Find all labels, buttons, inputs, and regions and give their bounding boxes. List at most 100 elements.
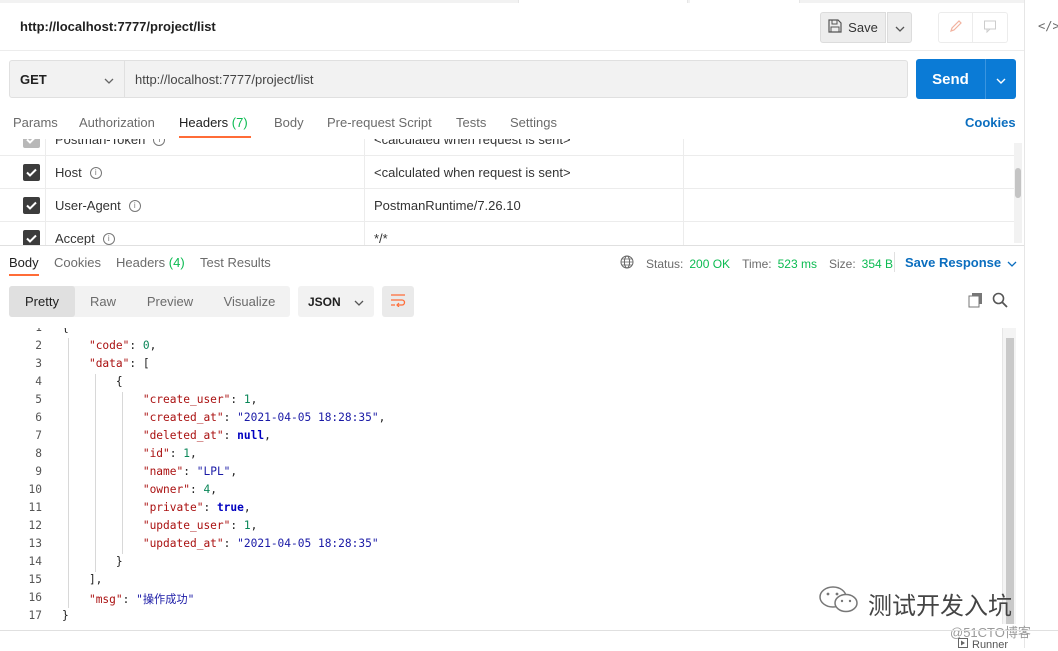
code-line: }: [62, 555, 123, 568]
wrap-lines-button[interactable]: [382, 286, 414, 317]
json-value: null: [237, 429, 265, 442]
line-number: 17: [28, 609, 42, 622]
tab-headers[interactable]: Headers (7): [179, 115, 248, 130]
info-icon[interactable]: i: [102, 232, 115, 245]
time-label: Time:: [742, 256, 772, 271]
globe-icon[interactable]: [620, 255, 634, 272]
save-response-button[interactable]: Save Response: [905, 255, 1017, 270]
info-icon[interactable]: i: [89, 166, 102, 179]
json-value: "LPL": [196, 465, 231, 478]
view-preview-button[interactable]: Preview: [131, 286, 209, 317]
json-key: "created_at": [142, 411, 224, 424]
line-number: 6: [35, 411, 42, 424]
table-row: Host i <calculated when request is sent>: [0, 156, 1014, 189]
response-tab-cookies[interactable]: Cookies: [54, 255, 101, 270]
json-key: "msg": [88, 593, 123, 606]
line-number: 15: [28, 573, 42, 586]
runner-label: Runner: [972, 638, 1009, 651]
json-value: "2021-04-05 18:28:35": [237, 411, 379, 424]
response-tab-headers-label: Headers: [116, 255, 166, 270]
runner-icon: [958, 638, 968, 651]
json-key: "name": [142, 465, 184, 478]
checkbox-icon[interactable]: [23, 164, 40, 181]
checkbox-icon[interactable]: [23, 230, 40, 245]
time-value[interactable]: 523 ms: [778, 257, 817, 271]
method-select[interactable]: GET: [9, 60, 125, 98]
request-title: http://localhost:7777/project/list: [20, 19, 216, 34]
table-row: Accept i */*: [0, 222, 1014, 245]
line-number: 1: [0, 328, 42, 334]
json-value: "操作成功": [136, 593, 195, 606]
json-key: "private": [142, 501, 204, 514]
response-tab-headers[interactable]: Headers (4): [116, 255, 185, 270]
checkbox-icon[interactable]: [23, 139, 40, 148]
response-body-editor[interactable]: 1 { 2 "code": 0, 3 "data": [ 4 { 5 "crea…: [0, 328, 1002, 624]
divider: [0, 630, 1058, 631]
tab-tests[interactable]: Tests: [456, 115, 486, 130]
code-line: "owner": 4,: [142, 483, 217, 496]
send-button[interactable]: Send: [916, 59, 985, 99]
response-tab-body[interactable]: Body: [9, 255, 39, 270]
response-tab-test-results[interactable]: Test Results: [200, 255, 271, 270]
line-number: 9: [35, 465, 42, 478]
headers-scrollbar[interactable]: [1014, 143, 1022, 243]
code-line: "create_user": 1,: [142, 393, 258, 406]
code-line: {: [62, 328, 69, 334]
header-value: <calculated when request is sent>: [374, 139, 571, 147]
editor-scrollbar[interactable]: [1002, 328, 1016, 624]
format-label: JSON: [308, 294, 341, 309]
info-icon[interactable]: i: [128, 199, 141, 212]
send-options-button[interactable]: [985, 59, 1016, 99]
size-label: Size:: [828, 256, 856, 271]
line-number: 5: [35, 393, 42, 406]
line-number: 11: [28, 501, 42, 514]
headers-count-badge: (7): [231, 115, 248, 130]
comments-button[interactable]: [973, 12, 1008, 43]
line-number: 2: [35, 339, 42, 352]
checkbox-icon[interactable]: [23, 197, 40, 214]
view-visualize-button[interactable]: Visualize: [209, 286, 290, 317]
code-line: "data": [: [88, 357, 150, 370]
cookies-link[interactable]: Cookies: [965, 115, 1016, 130]
header-key: Accept: [55, 231, 95, 245]
line-number: 7: [35, 429, 42, 442]
url-input[interactable]: [125, 60, 908, 98]
json-value: 4: [203, 483, 211, 496]
table-row: Postman-Token i <calculated when request …: [0, 139, 1014, 156]
tab-settings[interactable]: Settings: [510, 115, 557, 130]
status-value[interactable]: 200 OK: [689, 257, 730, 271]
chevron-down-icon: [104, 72, 114, 87]
json-value: 1: [183, 447, 191, 460]
save-options-button[interactable]: [887, 12, 912, 43]
json-key: "id": [142, 447, 170, 460]
tab-prerequest-script[interactable]: Pre-request Script: [327, 115, 432, 130]
tab-body[interactable]: Body: [274, 115, 304, 130]
json-key: "owner": [142, 483, 190, 496]
edit-button[interactable]: [938, 12, 973, 43]
size-value[interactable]: 354 B: [862, 257, 893, 271]
line-number: 8: [35, 447, 42, 460]
info-icon[interactable]: i: [153, 139, 166, 146]
tab-params[interactable]: Params: [13, 115, 58, 130]
runner-button[interactable]: Runner: [958, 638, 1008, 651]
search-icon[interactable]: [992, 292, 1008, 311]
save-button[interactable]: Save: [820, 12, 886, 43]
format-select[interactable]: JSON: [298, 286, 374, 317]
view-raw-button[interactable]: Raw: [75, 286, 131, 317]
view-pretty-button[interactable]: Pretty: [9, 286, 75, 317]
save-response-label: Save Response: [905, 255, 1002, 270]
json-value: 1: [243, 393, 251, 406]
tab-authorization[interactable]: Authorization: [79, 115, 155, 130]
code-icon[interactable]: </>: [1038, 19, 1058, 33]
code-line: "created_at": "2021-04-05 18:28:35",: [142, 411, 386, 424]
watermark-text: 测试开发入坑: [868, 591, 1012, 620]
code-line: "updated_at": "2021-04-05 18:28:35": [142, 537, 379, 550]
json-value: true: [216, 501, 244, 514]
code-line: "name": "LPL",: [142, 465, 238, 478]
header-key: User-Agent: [55, 198, 121, 213]
json-key: "updated_at": [142, 537, 224, 550]
method-label: GET: [20, 71, 47, 87]
chevron-down-icon: [1007, 255, 1017, 270]
copy-icon[interactable]: [968, 292, 984, 311]
table-row: User-Agent i PostmanRuntime/7.26.10: [0, 189, 1014, 222]
